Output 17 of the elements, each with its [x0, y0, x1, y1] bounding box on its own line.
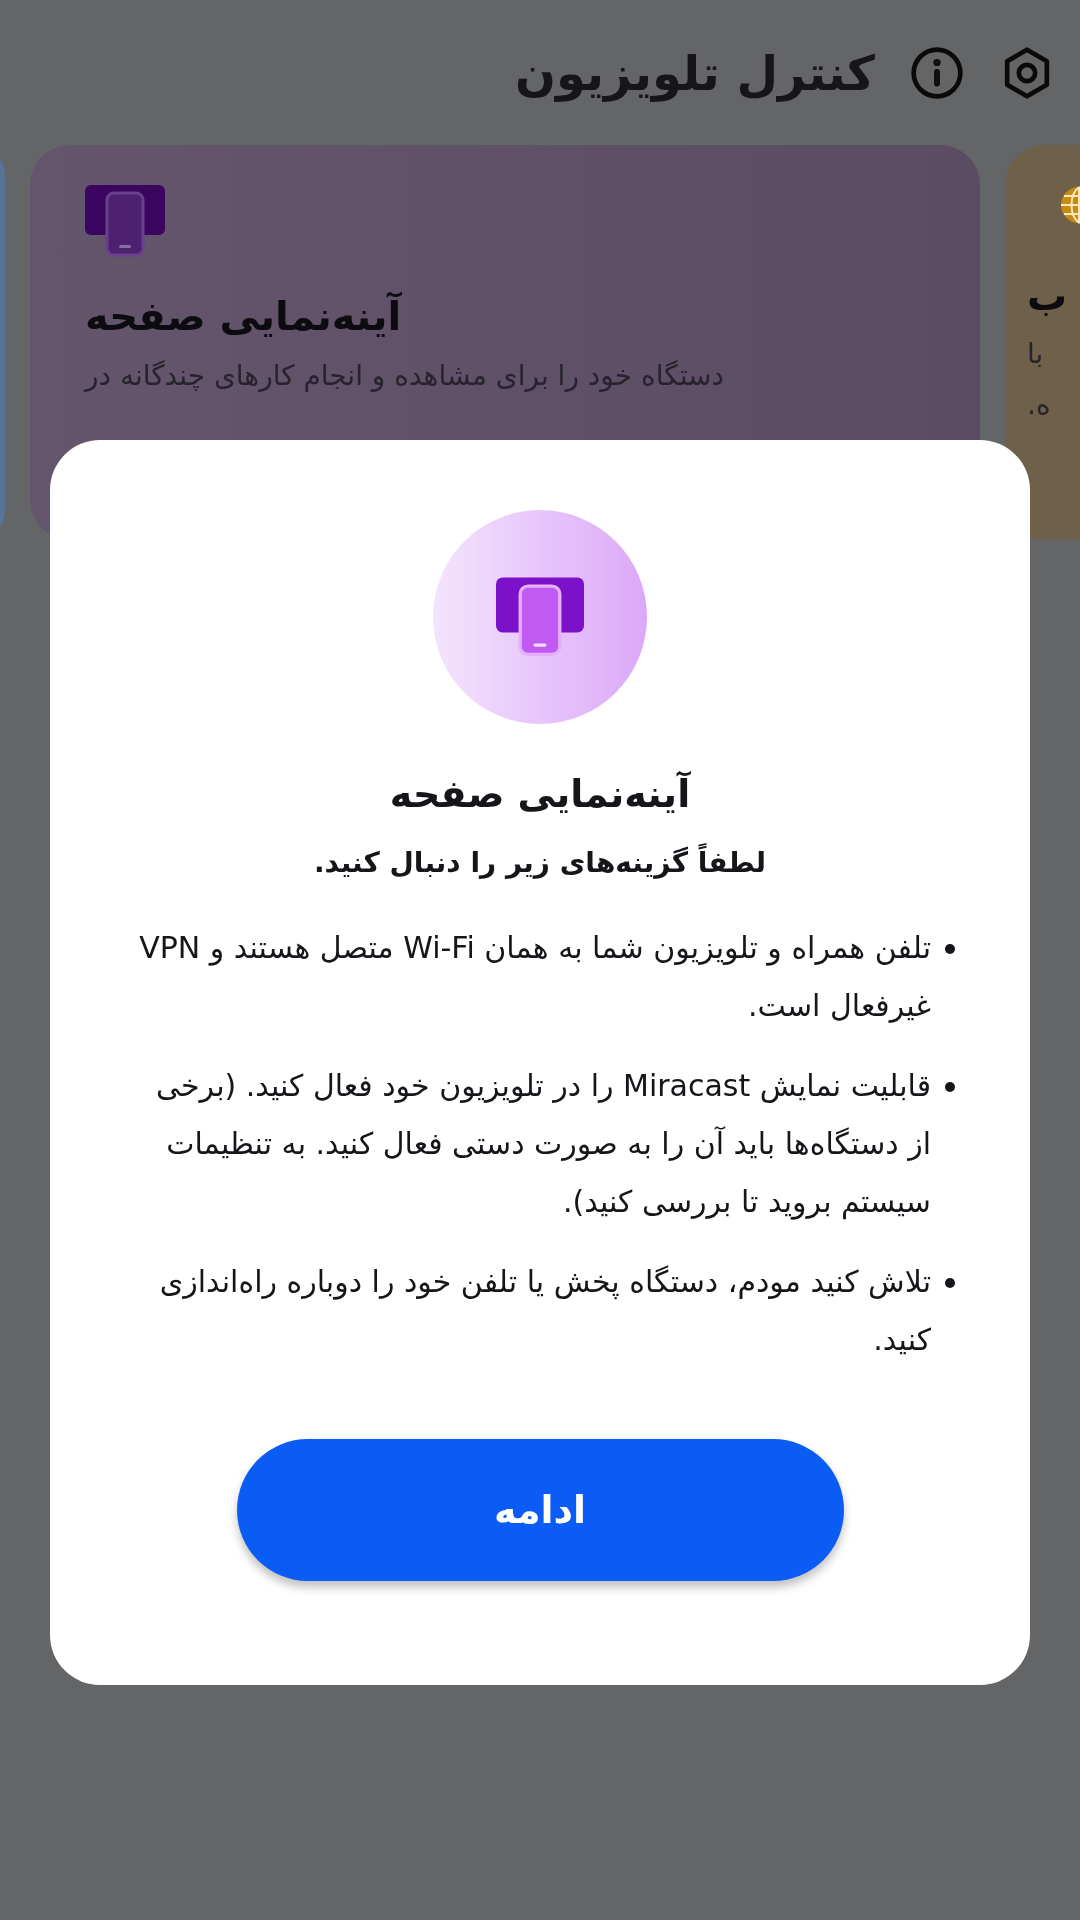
card-title: آینه‌نمایی صفحه [85, 293, 402, 339]
screen-title: کنترل تلویزیون [515, 44, 875, 101]
instruction-text: تلفن همراه و تلویزیون شما به همان Wi-Fi متصل هستند و VPN غیرفعال است. [138, 929, 931, 1025]
bullet-icon [945, 1082, 955, 1092]
card-title: ب [1027, 273, 1068, 319]
card-description: ه. [1027, 388, 1051, 421]
instruction-text: تلاش کنید مودم، دستگاه پخش یا تلفن خود را دوباره راه‌اندازی کنید. [158, 1263, 931, 1359]
continue-button[interactable]: ادامه [236, 1439, 844, 1581]
screen-mirror-icon [85, 185, 165, 257]
feature-card[interactable]: ب با ه. [1005, 145, 1080, 540]
card-description: دستگاه خود را برای مشاهده و انجام کارهای چندگانه در [85, 359, 724, 392]
card-description: با [1027, 337, 1044, 370]
bullet-icon [945, 1278, 955, 1288]
bullet-icon [945, 944, 955, 954]
dialog-title: آینه‌نمایی صفحه [389, 772, 691, 816]
info-icon[interactable] [909, 44, 965, 101]
instruction-text: قابلیت نمایش Miracast را در تلویزیون خود فعال کنید. (برخی از دستگاه‌ها باید آن را به صورت دستی فعال کنید. به تنظیمات سیستم بروید تا بررسی کنید). [155, 1067, 931, 1222]
